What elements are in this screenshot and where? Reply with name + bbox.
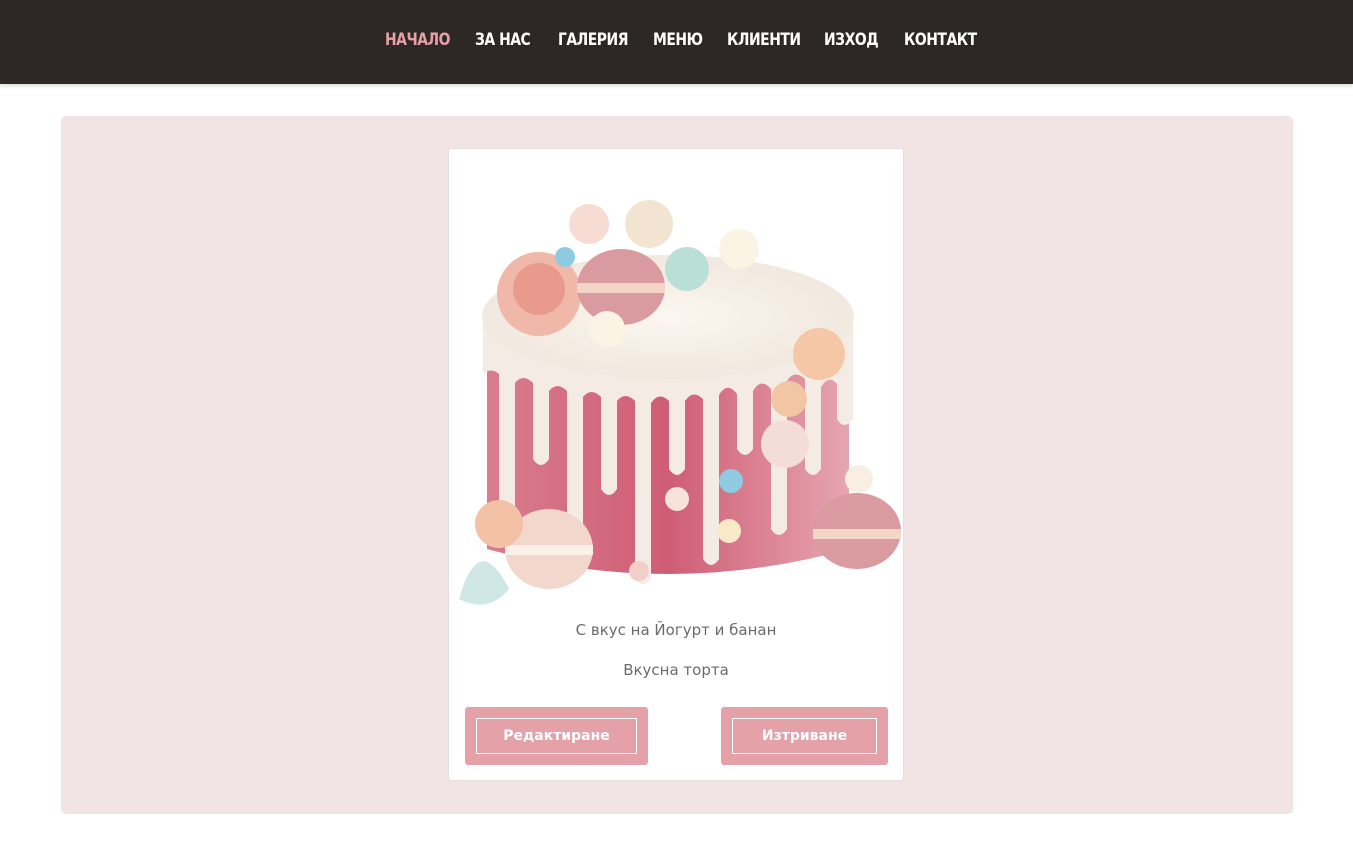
nav-item-logout[interactable]: ИЗХОД <box>824 30 890 54</box>
nav-item-about[interactable]: ЗА НАС <box>475 30 542 54</box>
nav-item-clients[interactable]: КЛИЕНТИ <box>727 30 817 54</box>
nav-link-home[interactable]: НАЧАЛО <box>385 30 450 50</box>
nav-link-menu[interactable]: МЕНЮ <box>653 30 703 50</box>
nav-item-home[interactable]: НАЧАЛО <box>385 30 464 54</box>
nav-link-about[interactable]: ЗА НАС <box>475 30 531 50</box>
top-navbar: НАЧАЛО ЗА НАС ГАЛЕРИЯ МЕНЮ КЛИЕНТИ ИЗХОД… <box>0 0 1353 84</box>
nav-item-gallery[interactable]: ГАЛЕРИЯ <box>558 30 643 54</box>
cake-image <box>459 200 901 605</box>
nav-link-clients[interactable]: КЛИЕНТИ <box>727 30 801 50</box>
edit-button-label[interactable]: Редактиране <box>476 718 637 754</box>
product-card: С вкус на Йогурт и банан Вкусна торта Ре… <box>448 148 904 781</box>
nav-item-menu[interactable]: МЕНЮ <box>653 30 713 54</box>
nav-link-logout[interactable]: ИЗХОД <box>824 30 879 50</box>
cake-title: С вкус на Йогурт и банан <box>575 621 777 639</box>
nav-link-gallery[interactable]: ГАЛЕРИЯ <box>558 30 628 50</box>
delete-button[interactable]: Изтриване <box>721 707 888 765</box>
nav-link-contact[interactable]: КОНТАКТ <box>904 30 977 50</box>
edit-button[interactable]: Редактиране <box>465 707 648 765</box>
cake-description: Вкусна торта <box>623 661 729 679</box>
delete-button-label[interactable]: Изтриване <box>732 718 877 754</box>
nav-item-contact[interactable]: КОНТАКТ <box>904 30 993 54</box>
